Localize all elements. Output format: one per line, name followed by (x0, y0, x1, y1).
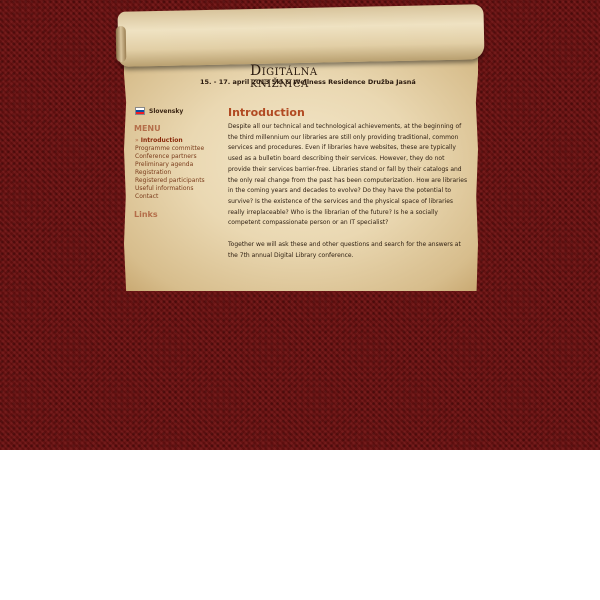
links-heading[interactable]: Links (134, 210, 158, 219)
active-bullet: » (135, 137, 139, 144)
page-title: Introduction (228, 106, 305, 119)
site-title-initial: D (250, 63, 262, 79)
language-label: Slovensky (149, 107, 184, 115)
menu-item-conference-partners[interactable]: Conference partners (135, 153, 205, 161)
menu-item-registered-participants[interactable]: Registered participants (135, 177, 205, 185)
site-subtitle: 15. - 17. april 2013 Ski & Wellness Resi… (200, 78, 416, 86)
scroll-roll-top (117, 4, 485, 67)
sidebar-menu: » Introduction Programme committee Confe… (135, 137, 205, 201)
menu-item-contact[interactable]: Contact (135, 193, 205, 201)
closing-paragraph: Together we will ask these and other que… (228, 241, 461, 259)
flag-stripe-red (136, 112, 144, 114)
menu-item-label: Introduction (140, 137, 183, 144)
slovak-flag-icon (135, 107, 145, 115)
menu-heading: MENU (134, 124, 161, 133)
menu-item-useful-informations[interactable]: Useful informations (135, 185, 205, 193)
menu-item-programme-committee[interactable]: Programme committee (135, 145, 205, 153)
intro-paragraph: Despite all our technical and technologi… (228, 123, 468, 227)
menu-item-introduction[interactable]: » Introduction (135, 137, 205, 145)
menu-item-registration[interactable]: Registration (135, 169, 205, 177)
language-switch[interactable]: Slovensky (135, 107, 183, 115)
scroll-roll-end (115, 25, 127, 63)
menu-item-preliminary-agenda[interactable]: Preliminary agenda (135, 161, 205, 169)
